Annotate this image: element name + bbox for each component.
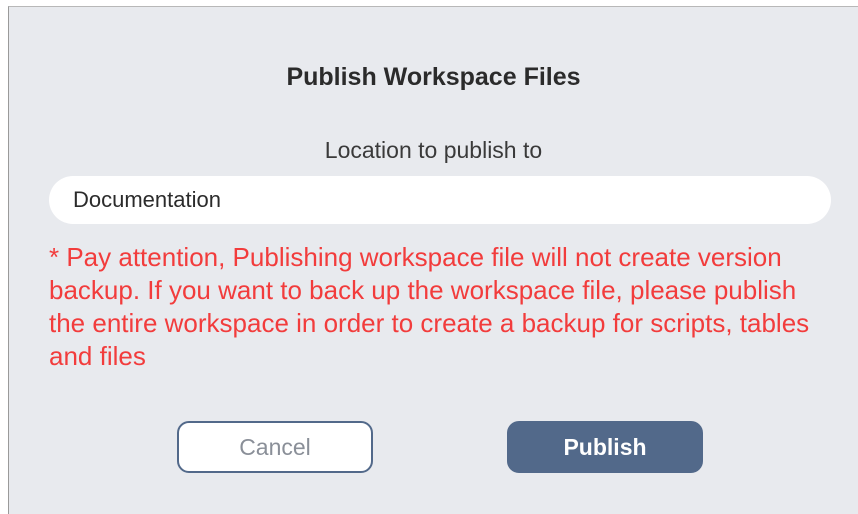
publish-button[interactable]: Publish xyxy=(507,421,703,473)
location-input[interactable] xyxy=(49,176,831,224)
publish-workspace-dialog: Publish Workspace Files Location to publ… xyxy=(8,6,858,514)
cancel-button[interactable]: Cancel xyxy=(177,421,373,473)
location-label: Location to publish to xyxy=(324,137,543,163)
dialog-title: Publish Workspace Files xyxy=(286,63,581,91)
warning-message: * Pay attention, Publishing workspace fi… xyxy=(49,242,810,371)
